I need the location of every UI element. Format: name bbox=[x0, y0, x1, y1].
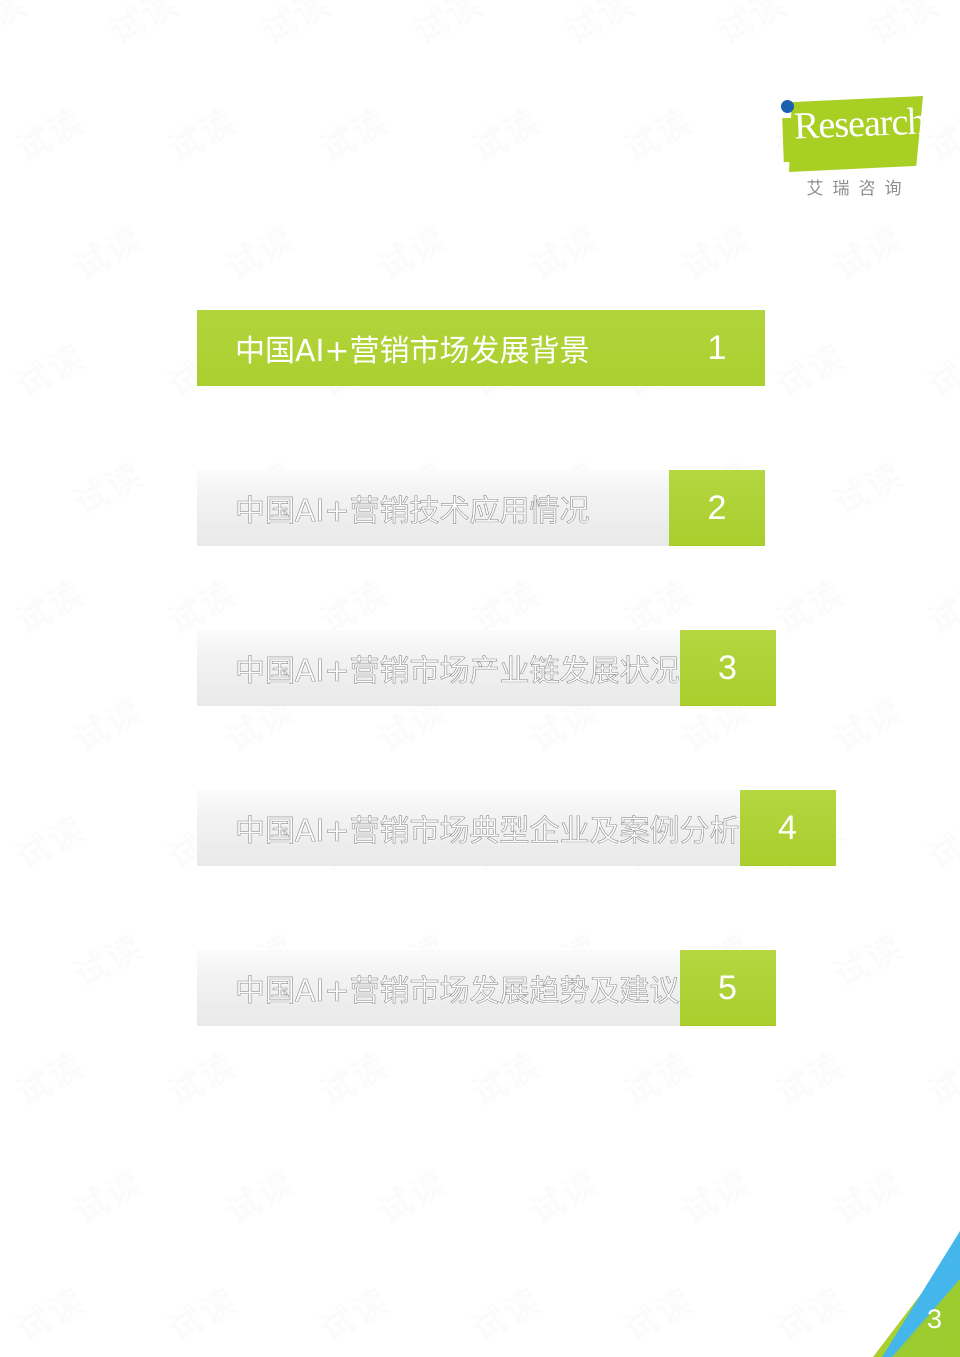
watermark-text: 试读 bbox=[462, 1038, 549, 1115]
watermark-text: 试读 bbox=[672, 1156, 759, 1233]
watermark-text: 试读 bbox=[918, 330, 960, 407]
toc-row-label: 中国AI+营销市场发展背景 bbox=[235, 334, 590, 369]
watermark-text: 试读 bbox=[310, 1274, 397, 1351]
watermark-text: 试读 bbox=[100, 0, 187, 53]
watermark-text: 试读 bbox=[708, 0, 795, 53]
watermark-text: 试读 bbox=[6, 802, 93, 879]
logo-mark: Research bbox=[775, 92, 927, 177]
toc-row-label: 中国AI+营销市场发展趋势及建议 bbox=[235, 974, 680, 1010]
watermark-text: 试读 bbox=[64, 684, 151, 761]
toc-row-label: 中国AI+营销市场典型企业及案例分析 bbox=[235, 814, 740, 850]
watermark-text: 试读 bbox=[404, 0, 491, 53]
watermark-text: 试读 bbox=[520, 1156, 607, 1233]
watermark-text: 试读 bbox=[216, 212, 303, 289]
toc-row[interactable]: 中国AI+营销市场典型企业及案例分析 4 bbox=[197, 790, 836, 866]
logo-wordmark: Research bbox=[793, 100, 927, 148]
toc-row-number: 4 bbox=[739, 790, 836, 866]
watermark-text: 试读 bbox=[918, 1038, 960, 1115]
toc-row[interactable]: 中国AI+营销市场产业链发展状况 3 bbox=[197, 630, 776, 706]
watermark-text: 试读 bbox=[6, 566, 93, 643]
watermark-text: 试读 bbox=[614, 94, 701, 171]
watermark-text: 试读 bbox=[824, 920, 911, 997]
toc-row-number: 1 bbox=[669, 310, 765, 386]
watermark-text: 试读 bbox=[64, 212, 151, 289]
watermark-text: 试读 bbox=[824, 212, 911, 289]
watermark-text: 试读 bbox=[64, 920, 151, 997]
watermark-text: 试读 bbox=[824, 684, 911, 761]
logo-i-stem-icon bbox=[782, 117, 793, 163]
watermark-text: 试读 bbox=[766, 1038, 853, 1115]
watermark-text: 试读 bbox=[368, 1156, 455, 1233]
iresearch-logo: Research 艾瑞咨询 bbox=[775, 92, 930, 210]
toc-row[interactable]: 中国AI+营销市场发展背景 1 bbox=[197, 310, 765, 386]
watermark-text: 试读 bbox=[766, 330, 853, 407]
watermark-text: 试读 bbox=[0, 0, 34, 53]
table-of-contents: 中国AI+营销市场发展背景 1 中国AI+营销技术应用情况 2 中国AI+营销市场产业链… bbox=[197, 310, 836, 1026]
watermark-text: 试读 bbox=[310, 1038, 397, 1115]
watermark-text: 试读 bbox=[158, 1038, 245, 1115]
watermark-text: 试读 bbox=[462, 1274, 549, 1351]
toc-row-title: 中国AI+营销市场发展背景 bbox=[197, 310, 669, 386]
watermark-text: 试读 bbox=[6, 1038, 93, 1115]
watermark-text: 试读 bbox=[918, 802, 960, 879]
toc-row-title: 中国AI+营销市场发展趋势及建议 bbox=[197, 950, 680, 1026]
watermark-text: 试读 bbox=[158, 1274, 245, 1351]
watermark-text: 试读 bbox=[310, 94, 397, 171]
watermark-text: 试读 bbox=[766, 566, 853, 643]
watermark-text: 试读 bbox=[462, 94, 549, 171]
slide-page: 试读试读试读试读试读试读试读试读试读试读试读试读试读试读试读试读试读试读试读试读… bbox=[0, 0, 960, 1357]
watermark-text: 试读 bbox=[672, 212, 759, 289]
toc-row-label: 中国AI+营销市场产业链发展状况 bbox=[235, 654, 680, 690]
toc-row-title: 中国AI+营销市场产业链发展状况 bbox=[197, 630, 680, 706]
page-number: 3 bbox=[926, 1304, 942, 1334]
toc-row[interactable]: 中国AI+营销技术应用情况 2 bbox=[197, 470, 765, 546]
watermark-text: 试读 bbox=[216, 1156, 303, 1233]
toc-row-number: 3 bbox=[679, 630, 776, 706]
toc-row[interactable]: 中国AI+营销市场发展趋势及建议 5 bbox=[197, 950, 776, 1026]
watermark-text: 试读 bbox=[64, 1156, 151, 1233]
watermark-text: 试读 bbox=[6, 94, 93, 171]
watermark-text: 试读 bbox=[860, 0, 947, 53]
toc-row-title: 中国AI+营销技术应用情况 bbox=[197, 470, 669, 546]
logo-i-dot-icon bbox=[781, 100, 794, 113]
watermark-text: 试读 bbox=[6, 330, 93, 407]
toc-row-title: 中国AI+营销市场典型企业及案例分析 bbox=[197, 790, 740, 866]
watermark-text: 试读 bbox=[6, 1274, 93, 1351]
watermark-text: 试读 bbox=[252, 0, 339, 53]
watermark-text: 试读 bbox=[556, 0, 643, 53]
corner-decoration-icon bbox=[873, 1231, 960, 1357]
watermark-text: 试读 bbox=[368, 212, 455, 289]
watermark-text: 试读 bbox=[614, 1274, 701, 1351]
toc-row-number: 5 bbox=[679, 950, 776, 1026]
watermark-text: 试读 bbox=[824, 448, 911, 525]
watermark-text: 试读 bbox=[520, 212, 607, 289]
watermark-text: 试读 bbox=[918, 566, 960, 643]
toc-row-number: 2 bbox=[669, 470, 765, 546]
logo-subtitle: 艾瑞咨询 bbox=[806, 179, 911, 199]
toc-row-label: 中国AI+营销技术应用情况 bbox=[235, 494, 590, 530]
watermark-text: 试读 bbox=[64, 448, 151, 525]
watermark-text: 试读 bbox=[614, 1038, 701, 1115]
watermark-text: 试读 bbox=[158, 94, 245, 171]
